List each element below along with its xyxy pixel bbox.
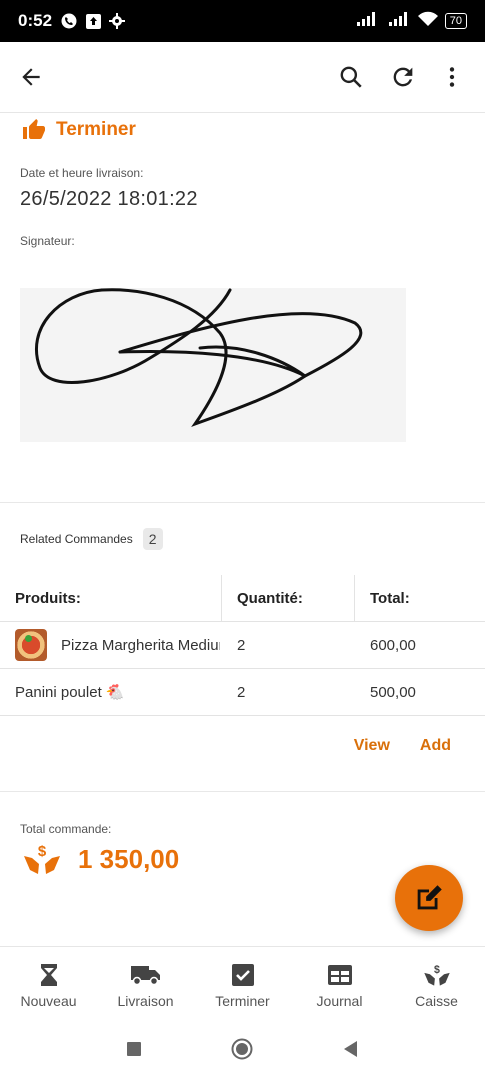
signer-label: Signateur: <box>20 234 75 248</box>
header-quantity: Quantité: <box>237 589 303 607</box>
related-count-badge: 2 <box>142 528 163 550</box>
view-button[interactable]: View <box>354 737 390 755</box>
edit-fab[interactable] <box>395 865 463 931</box>
money-hands-icon: $ <box>24 843 60 874</box>
search-button[interactable] <box>336 62 366 92</box>
add-button[interactable]: Add <box>420 737 451 755</box>
arrow-back-icon <box>22 68 40 86</box>
upload-icon <box>84 12 102 30</box>
product-name: Pizza Margherita Medium <box>61 636 220 654</box>
nav-caisse[interactable]: $ Caisse <box>388 947 485 1023</box>
delivery-value: 26/5/2022 18:01:22 <box>20 188 198 210</box>
product-name: Panini poulet 🐔 <box>15 684 125 701</box>
divider <box>0 791 485 792</box>
products-table: Produits: Quantité: Total: Pizza Margher… <box>0 575 485 716</box>
truck-icon <box>130 963 161 987</box>
product-qty: 2 <box>237 683 246 701</box>
nav-label: Caisse <box>415 993 458 1009</box>
signal-4g-icon <box>385 11 411 31</box>
nav-label: Nouveau <box>20 993 77 1009</box>
table-header: Produits: Quantité: Total: <box>0 575 485 622</box>
table-row[interactable]: Pizza Margherita Medium 2 600,00 <box>0 622 485 669</box>
total-row: $ 1 350,00 <box>22 842 179 876</box>
signature-image <box>20 288 406 442</box>
total-amount: 1 350,00 <box>78 843 180 874</box>
total-label: Total commande: <box>20 822 112 836</box>
refresh-button[interactable] <box>388 62 418 92</box>
nav-livraison[interactable]: Livraison <box>97 947 194 1023</box>
nav-terminer[interactable]: Terminer <box>194 947 291 1023</box>
divider <box>0 502 485 503</box>
table-actions: View Add <box>354 737 451 755</box>
edit-icon <box>417 885 442 910</box>
back-button[interactable] <box>16 62 46 92</box>
wifi-icon <box>417 11 439 32</box>
more-button[interactable] <box>437 62 467 92</box>
pizza-thumbnail <box>15 629 47 661</box>
home-icon[interactable] <box>231 1038 253 1065</box>
bottom-nav: Nouveau Livraison Terminer Journal $ Cai… <box>0 946 485 1023</box>
product-total: 600,00 <box>370 636 416 654</box>
settings-icon <box>108 12 126 30</box>
order-status: Terminer <box>22 118 136 142</box>
delivery-label: Date et heure livraison: <box>20 166 144 180</box>
checkbox-icon <box>231 963 254 987</box>
nav-label: Journal <box>316 993 363 1009</box>
hourglass-icon <box>39 963 59 987</box>
status-label: Terminer <box>56 119 136 140</box>
thumbs-up-icon <box>23 119 45 139</box>
table-icon <box>327 963 352 987</box>
refresh-icon <box>393 67 413 87</box>
back-nav-icon[interactable] <box>343 1040 359 1062</box>
svg-text:$: $ <box>38 843 47 860</box>
header-total: Total: <box>370 589 410 607</box>
money-hands-icon: $ <box>422 963 452 987</box>
table-row[interactable]: Panini poulet 🐔 2 500,00 <box>0 669 485 716</box>
nav-journal[interactable]: Journal <box>291 947 388 1023</box>
product-qty: 2 <box>237 636 246 654</box>
more-vert-icon <box>449 67 455 87</box>
system-nav <box>0 1022 485 1080</box>
signal-icon <box>356 11 379 31</box>
recents-icon[interactable] <box>126 1041 141 1061</box>
app-bar <box>0 42 485 113</box>
status-time: 0:52 <box>18 11 53 30</box>
svg-text:$: $ <box>434 964 440 976</box>
search-icon <box>340 66 362 88</box>
nav-label: Terminer <box>215 993 270 1009</box>
nav-nouveau[interactable]: Nouveau <box>0 947 97 1023</box>
phone-icon <box>60 12 78 30</box>
related-label: Related Commandes <box>20 532 133 546</box>
header-products: Produits: <box>15 589 81 607</box>
status-bar: 0:52 70 <box>0 0 485 42</box>
product-total: 500,00 <box>370 683 416 701</box>
nav-label: Livraison <box>117 993 174 1009</box>
related-commandes: Related Commandes 2 <box>20 528 163 550</box>
battery-indicator: 70 <box>444 13 467 29</box>
